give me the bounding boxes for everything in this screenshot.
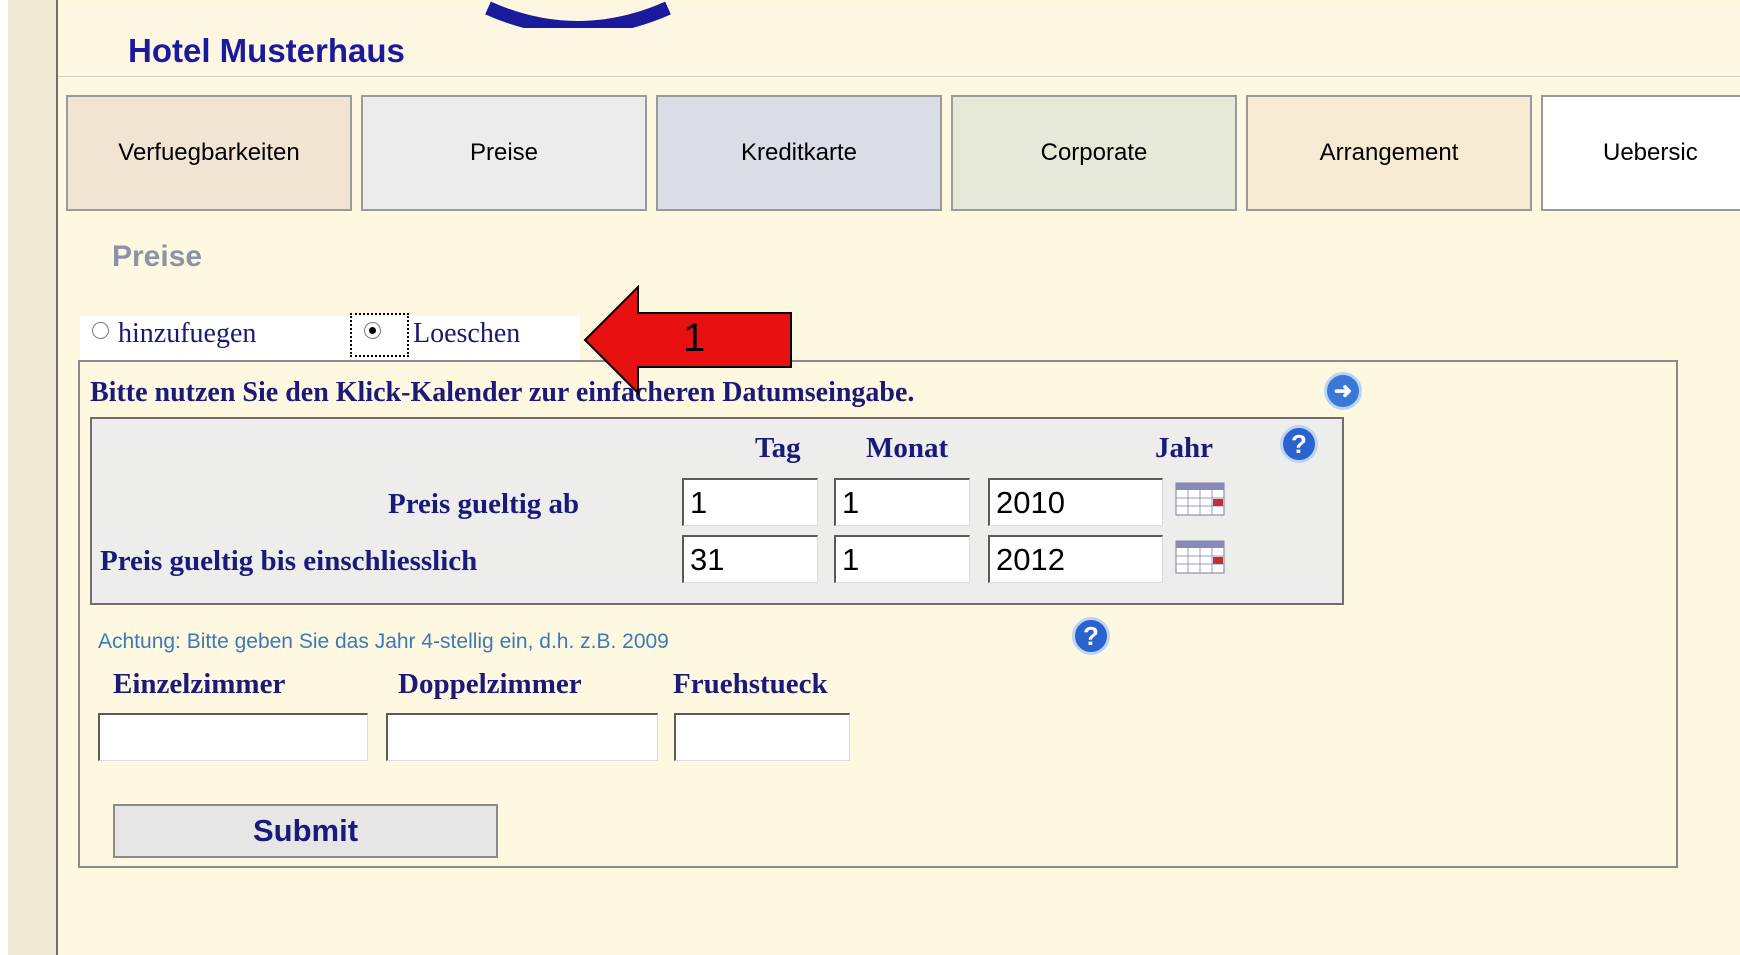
section-title: Preise xyxy=(112,240,203,273)
arrow-right-icon[interactable]: ➜ xyxy=(1324,372,1362,410)
label-einzelzimmer: Einzelzimmer xyxy=(113,668,286,700)
annotation-label: 1 xyxy=(683,316,706,360)
tab-corporate[interactable]: Corporate xyxy=(951,95,1237,211)
help-icon[interactable]: ? xyxy=(1280,425,1318,463)
fruehstueck-input[interactable] xyxy=(674,713,850,761)
row-label-valid-from: Preis gueltig ab xyxy=(388,488,580,520)
logo-swoosh-icon xyxy=(485,1,671,28)
valid-from-month-input[interactable]: 1 xyxy=(834,478,970,526)
calendar-icon[interactable] xyxy=(1175,482,1225,516)
header-year: Jahr xyxy=(1155,432,1213,464)
header: Hotel Musterhaus xyxy=(58,1,1740,77)
radio-label-hinzufuegen[interactable]: hinzufuegen xyxy=(118,318,256,350)
header-month: Monat xyxy=(866,432,949,464)
submit-button[interactable]: Submit xyxy=(113,804,498,858)
row-label-valid-until: Preis gueltig bis einschliesslich xyxy=(100,545,478,577)
valid-from-year-input[interactable]: 2010 xyxy=(988,478,1163,526)
year-format-warning: Achtung: Bitte geben Sie das Jahr 4-stel… xyxy=(98,630,669,653)
focus-outline xyxy=(350,313,409,357)
tab-kreditkarte[interactable]: Kreditkarte xyxy=(656,95,942,211)
label-fruehstueck: Fruehstueck xyxy=(673,668,828,700)
mode-radio-group: hinzufuegen Loeschen xyxy=(80,316,580,360)
calendar-icon[interactable] xyxy=(1175,540,1225,574)
valid-until-month-input[interactable]: 1 xyxy=(834,535,970,583)
header-day: Tag xyxy=(755,432,801,464)
tab-verfuegbarkeiten[interactable]: Verfuegbarkeiten xyxy=(66,95,352,211)
tab-preise[interactable]: Preise xyxy=(361,95,647,211)
radio-hinzufuegen[interactable] xyxy=(92,322,109,339)
doppelzimmer-input[interactable] xyxy=(386,713,658,761)
help-icon[interactable]: ? xyxy=(1072,617,1110,655)
valid-until-day-input[interactable]: 31 xyxy=(682,535,818,583)
hotel-title: Hotel Musterhaus xyxy=(128,32,405,69)
radio-label-loeschen[interactable]: Loeschen xyxy=(413,318,520,350)
valid-until-year-input[interactable]: 2012 xyxy=(988,535,1163,583)
tab-uebersicht[interactable]: Uebersic xyxy=(1541,95,1740,211)
valid-from-day-input[interactable]: 1 xyxy=(682,478,818,526)
left-frame-strip xyxy=(8,0,58,955)
einzelzimmer-input[interactable] xyxy=(98,713,368,761)
label-doppelzimmer: Doppelzimmer xyxy=(398,668,582,700)
tab-arrangement[interactable]: Arrangement xyxy=(1246,95,1532,211)
